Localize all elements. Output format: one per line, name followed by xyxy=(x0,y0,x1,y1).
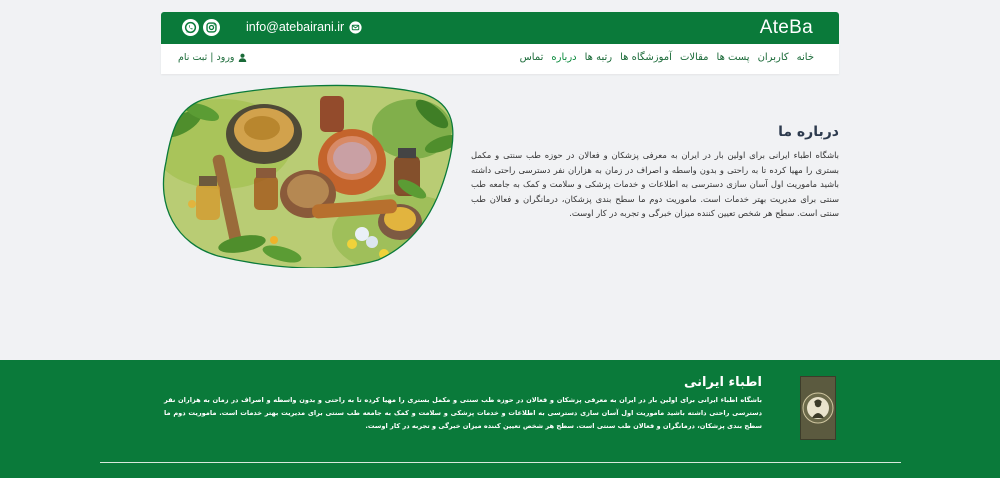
user-icon xyxy=(238,53,247,62)
about-title: درباره ما xyxy=(778,124,839,140)
nav-item-rankings[interactable]: رتبه ها xyxy=(585,52,613,63)
nav-item-posts[interactable]: پست ها xyxy=(717,52,750,63)
whatsapp-icon[interactable] xyxy=(182,19,199,36)
nav-item-schools[interactable]: آموزشگاه ها xyxy=(620,52,672,63)
email-address[interactable]: info@atebairani.ir xyxy=(246,20,344,34)
footer-title: اطباء ایرانی xyxy=(684,375,762,390)
brand-logo[interactable]: AteBa xyxy=(760,17,813,39)
main-navbar: خانه کاربران پست ها مقالات آموزشگاه ها ر… xyxy=(161,44,839,74)
nav-item-articles[interactable]: مقالات xyxy=(680,52,709,63)
login-register-label[interactable]: ورود | ثبت نام xyxy=(178,52,235,63)
nav-item-contact[interactable]: تماس xyxy=(520,52,544,63)
footer-description: باشگاه اطباء ایرانی برای اولین بار در ای… xyxy=(164,396,762,431)
social-links xyxy=(182,19,220,36)
footer-divider xyxy=(100,462,901,463)
about-description: باشگاه اطباء ایرانی برای اولین بار در ای… xyxy=(471,150,839,218)
instagram-icon[interactable] xyxy=(203,19,220,36)
association-logo xyxy=(800,376,836,440)
site-footer: اطباء ایرانی باشگاه اطباء ایرانی برای او… xyxy=(0,360,1000,478)
herbal-medicine-image xyxy=(162,84,454,268)
login-register-link[interactable]: ورود | ثبت نام xyxy=(178,52,247,63)
email-contact[interactable]: info@atebairani.ir xyxy=(246,20,362,34)
nav-item-about[interactable]: درباره xyxy=(551,52,576,63)
nav-item-home[interactable]: خانه xyxy=(797,52,814,63)
nav-item-users[interactable]: کاربران xyxy=(758,52,789,63)
envelope-icon xyxy=(349,20,362,34)
nav-menu: خانه کاربران پست ها مقالات آموزشگاه ها ر… xyxy=(520,52,814,63)
top-header-bar: info@atebairani.ir AteBa xyxy=(161,12,839,44)
